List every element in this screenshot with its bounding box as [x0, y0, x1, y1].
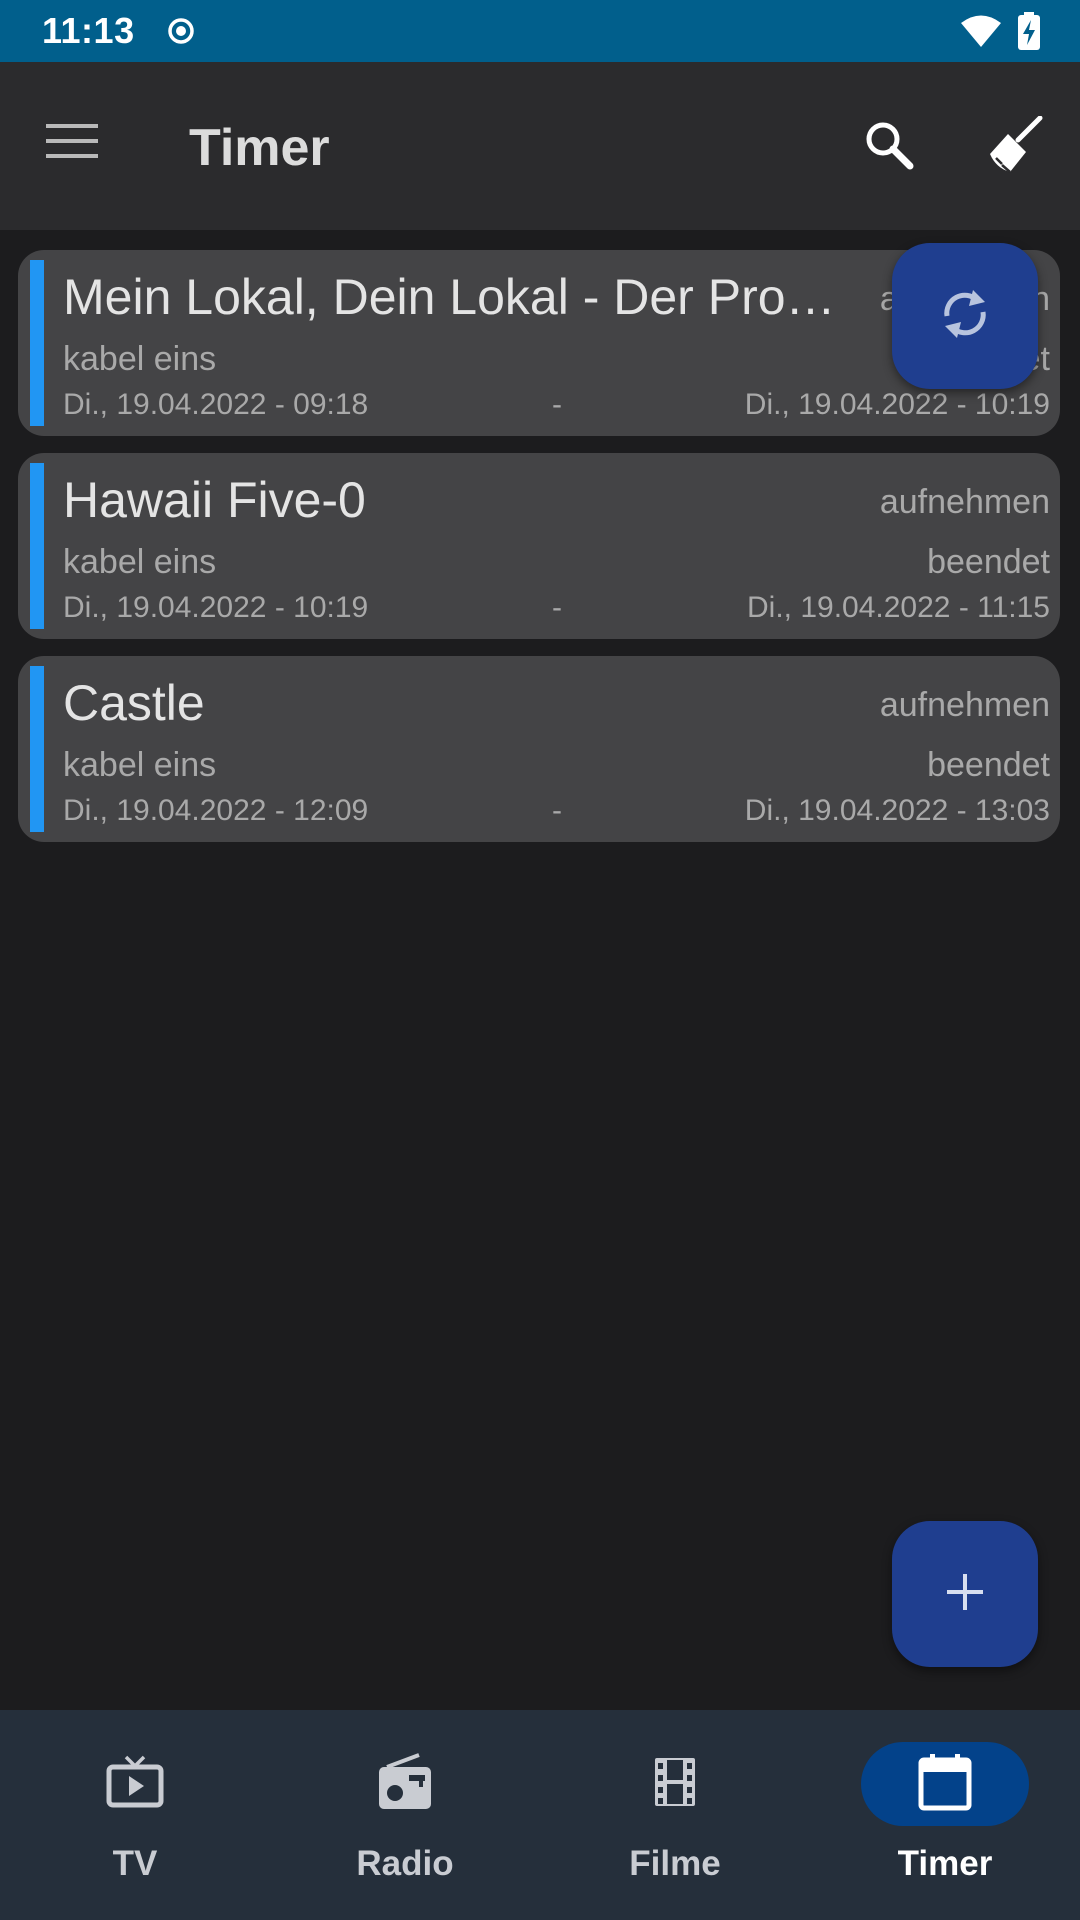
timer-accent-bar: [30, 463, 44, 629]
timer-card[interactable]: Hawaii Five-0 aufnehmen kabel eins beend…: [18, 453, 1060, 639]
calendar-icon: [918, 1753, 972, 1816]
add-timer-button[interactable]: [892, 1521, 1038, 1667]
nav-item-radio[interactable]: Radio: [270, 1710, 540, 1920]
timer-accent-bar: [30, 260, 44, 426]
timer-separator: -: [552, 388, 562, 421]
timer-channel: kabel eins: [63, 746, 217, 784]
nav-label: TV: [112, 1844, 158, 1883]
tv-icon: [106, 1755, 164, 1814]
nav-item-tv[interactable]: TV: [0, 1710, 270, 1920]
timer-end: Di., 19.04.2022 - 13:03: [744, 794, 1050, 827]
radio-icon: [377, 1752, 433, 1816]
timer-end: Di., 19.04.2022 - 11:15: [747, 591, 1050, 624]
timer-status: beendet: [927, 543, 1050, 581]
timer-start: Di., 19.04.2022 - 10:19: [63, 591, 369, 624]
refresh-button[interactable]: [892, 243, 1038, 389]
timer-title: Mein Lokal, Dein Lokal - Der Pro…: [63, 269, 836, 325]
timer-end: Di., 19.04.2022 - 10:19: [744, 388, 1050, 421]
battery-charging-icon: [1017, 12, 1041, 55]
timer-action: aufnehmen: [879, 483, 1050, 521]
timer-separator: -: [552, 794, 562, 827]
status-bar: 11:13: [0, 0, 1080, 62]
app-bar: Timer: [0, 62, 1080, 230]
refresh-icon: [939, 286, 991, 347]
bottom-navigation: TV Radio Filme Timer: [0, 1710, 1080, 1920]
nav-label: Filme: [629, 1844, 721, 1883]
timer-channel: kabel eins: [63, 543, 217, 581]
nav-label: Radio: [356, 1844, 454, 1883]
timer-title: Castle: [63, 675, 205, 731]
timer-action: aufnehmen: [879, 686, 1050, 724]
timer-accent-bar: [30, 666, 44, 832]
timer-title: Hawaii Five-0: [63, 472, 366, 528]
timer-start: Di., 19.04.2022 - 09:18: [63, 388, 369, 421]
wifi-icon: [960, 14, 1002, 53]
search-icon[interactable]: [864, 120, 914, 175]
nav-label: Timer: [897, 1844, 993, 1883]
timer-status: beendet: [927, 746, 1050, 784]
menu-icon[interactable]: [46, 122, 98, 165]
recording-ring-icon: [166, 16, 196, 51]
film-icon: [653, 1756, 697, 1813]
nav-item-timer[interactable]: Timer: [810, 1710, 1080, 1920]
timer-card[interactable]: Castle aufnehmen kabel eins beendet Di.,…: [18, 656, 1060, 842]
timer-channel: kabel eins: [63, 340, 217, 378]
status-time: 11:13: [42, 10, 135, 51]
broom-icon[interactable]: [988, 115, 1044, 179]
page-title: Timer: [189, 119, 330, 177]
timer-separator: -: [552, 591, 562, 624]
plus-icon: [945, 1572, 985, 1617]
timer-start: Di., 19.04.2022 - 12:09: [63, 794, 369, 827]
nav-item-filme[interactable]: Filme: [540, 1710, 810, 1920]
